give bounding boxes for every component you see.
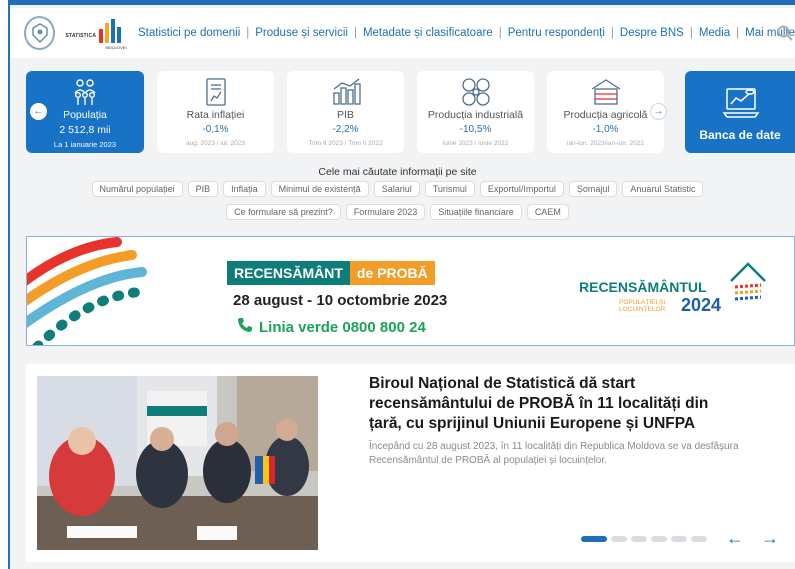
nav-item-respondenti[interactable]: Pentru respondenți [508,27,605,39]
slider-dot[interactable] [611,536,627,542]
indicator-period: ian-iun. 2023/ian-iun. 2022 [567,140,644,147]
data-bank-label: Banca de date [699,128,781,142]
nav-item-media[interactable]: Media [699,27,730,39]
slider-pagination [581,536,707,542]
indicator-card-pib[interactable]: PIB -2,2% Trim II 2023 / Trim II 2022 [287,71,404,153]
site-header: STATISTICA MOLDOVEI Statistici pe domeni… [10,8,795,58]
indicator-period: iunie 2023 / iunie 2022 [442,140,509,147]
tag-link[interactable]: Salariul [373,181,420,197]
industry-icon [460,77,492,112]
data-bank-button[interactable]: Banca de date [685,71,795,153]
document-chart-icon [202,77,230,112]
tag-link[interactable]: Ce formulare să prezint? [226,204,341,220]
tag-link[interactable]: Numărul populației [91,181,183,197]
tag-link[interactable]: Exportul/Importul [479,181,564,197]
banner-decoration-graphic [27,237,147,345]
census-logo-year: 2024 [681,295,722,315]
arrow-left-icon: ← [33,106,44,117]
indicator-value: -2,2% [332,124,359,135]
carousel-prev-button[interactable]: ← [30,103,47,120]
indicator-period: Trim II 2023 / Trim II 2022 [308,140,383,147]
nav-item-metadate[interactable]: Metadate și clasificatoare [363,27,493,39]
logo-subtext: MOLDOVEI [105,45,127,50]
slider-next-arrow-icon[interactable]: → [761,528,779,549]
tag-link[interactable]: Inflația [223,181,266,197]
search-icon[interactable] [777,25,793,46]
banner-phone-text: Linia verde 0800 800 24 [259,318,426,336]
slider-prev-arrow-icon[interactable]: ← [726,528,744,549]
indicator-value: -1,0% [592,124,619,135]
state-emblem-icon[interactable] [24,16,56,50]
indicator-label: Rata inflației [186,109,245,121]
tag-link[interactable]: CAEM [526,204,569,220]
carousel-next-button[interactable]: → [650,103,667,120]
people-icon [70,77,100,112]
census-house-icon [730,262,766,301]
nav-item-produse[interactable]: Produse și servicii [255,27,348,39]
nav-separator: | [736,27,740,39]
slider-dot[interactable] [631,536,647,542]
popular-tags-row-2: Ce formulare să prezint? Formulare 2023 … [0,204,795,220]
indicator-value: 2 512,8 mii [59,124,111,136]
indicator-label: Producția agricolă [563,109,648,121]
census-logo-subtitle: POPULAȚIEI ȘI LOCUINȚELOR [619,299,665,313]
phone-icon [237,317,253,337]
bar-chart-icon [330,77,362,112]
nav-separator: | [689,27,693,39]
tag-link[interactable]: Turismul [424,181,475,197]
tag-link[interactable]: Șomajul [568,181,618,197]
slider-dot[interactable] [651,536,667,542]
indicator-value: -10,5% [459,124,492,135]
main-nav: Statistici pe domenii | Produse și servic… [138,27,795,39]
banner-title-part1: RECENSĂMÂNT [227,261,350,285]
nav-item-statistici[interactable]: Statistici pe domenii [138,27,240,39]
indicator-card-population[interactable]: Populația 2 512,8 mii La 1 ianuarie 2023… [26,71,144,153]
slider-dot[interactable] [691,536,707,542]
indicator-period: La 1 ianuarie 2023 [53,140,117,149]
agriculture-icon [589,77,623,112]
census-logo-title: RECENSĂMÂNTUL [579,279,707,295]
indicator-value: -0,1% [202,124,229,135]
database-laptop-icon [722,83,760,126]
news-slider: Biroul Național de Statistică dă start r… [26,364,795,562]
popular-tags-row-1: Numărul populației PIB Inflația Minimul … [0,181,795,197]
top-accent-bar [8,0,795,5]
news-summary: Începând cu 28 august 2023, în 11 locali… [369,441,739,466]
logo-text: STATISTICA [65,33,97,39]
slider-dot[interactable] [671,536,687,542]
banner-phone: Linia verde 0800 800 24 [237,317,426,337]
nav-separator: | [353,27,357,39]
indicator-period: aug. 2023 / iul. 2023 [186,140,245,147]
indicator-card-industry[interactable]: Producția industrială -10,5% iunie 2023 … [417,71,534,153]
banner-title-part2: de PROBĂ [349,261,435,285]
bns-logo[interactable]: STATISTICA MOLDOVEI [65,15,127,51]
news-photo[interactable] [37,376,318,550]
tag-link[interactable]: PIB [187,181,219,197]
indicator-label: PIB [337,109,354,121]
slider-dot-active[interactable] [581,536,607,542]
news-headline[interactable]: Biroul Național de Statistică dă start r… [369,374,741,434]
popular-searches-title: Cele mai căutate informații pe site [318,166,477,178]
arrow-right-icon: → [653,106,664,117]
banner-title: RECENSĂMÂNT de PROBĂ [227,261,435,285]
tag-link[interactable]: Situațiile financiare [430,204,522,220]
nav-separator: | [610,27,614,39]
indicator-label: Producția industrială [427,109,524,121]
tag-link[interactable]: Formulare 2023 [345,204,426,220]
indicator-card-inflation[interactable]: Rata inflației -0,1% aug. 2023 / iul. 20… [157,71,274,153]
nav-separator: | [498,27,502,39]
banner-dates: 28 august - 10 octombrie 2023 [233,292,448,309]
census-sub-line2: LOCUINȚELOR [619,306,666,313]
indicator-card-agriculture[interactable]: Producția agricolă -1,0% ian-iun. 2023/i… [547,71,667,153]
tag-link[interactable]: Anuarul Statistic [622,181,704,197]
nav-item-despre[interactable]: Despre BNS [620,27,684,39]
census-banner[interactable]: RECENSĂMÂNT de PROBĂ 28 august - 10 octo… [26,236,795,346]
census-sub-line1: POPULAȚIEI ȘI [619,299,666,306]
tag-link[interactable]: Minimul de existență [270,181,369,197]
nav-separator: | [246,27,250,39]
